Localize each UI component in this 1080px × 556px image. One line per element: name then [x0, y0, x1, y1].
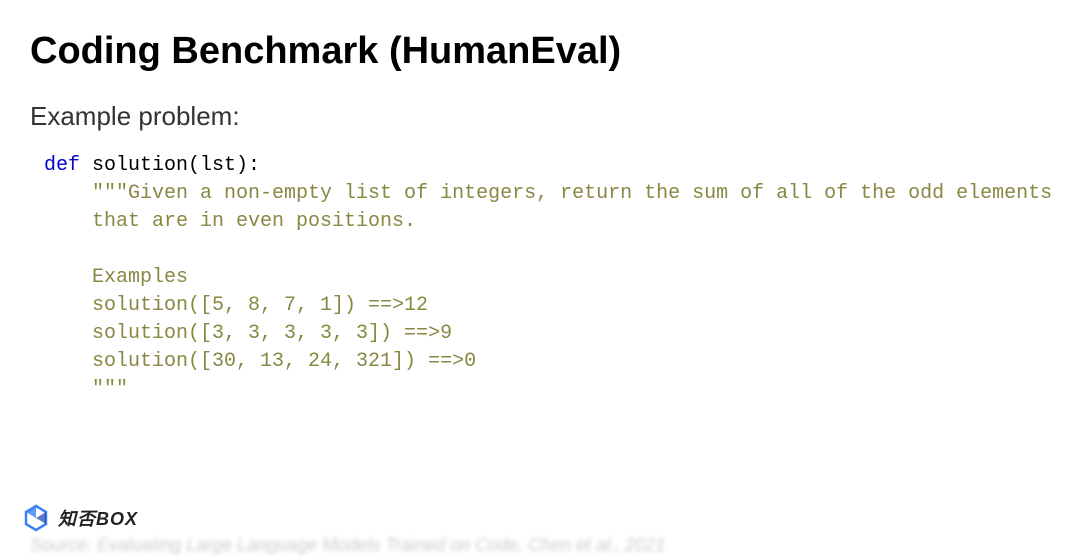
docstring-line1: Given a non-empty list of integers, retu… [128, 182, 1052, 205]
watermark: 知否BOX [22, 504, 138, 532]
docstring-example-1: solution([5, 8, 7, 1]) ==>12 [44, 294, 428, 317]
docstring-close: """ [44, 378, 128, 401]
slide-content: Coding Benchmark (HumanEval) Example pro… [0, 0, 1080, 404]
keyword-def: def [44, 154, 80, 177]
source-citation: Source: Evaluating Large Language Models… [30, 535, 665, 556]
docstring-open: """ [44, 182, 128, 205]
function-signature: solution(lst): [80, 154, 260, 177]
code-block: def solution(lst): """Given a non-empty … [30, 152, 1050, 404]
watermark-logo-icon [22, 504, 50, 532]
slide-title: Coding Benchmark (HumanEval) [30, 30, 1050, 73]
docstring-line2: that are in even positions. [44, 210, 416, 233]
watermark-text: 知否BOX [58, 505, 138, 531]
docstring-example-2: solution([3, 3, 3, 3, 3]) ==>9 [44, 322, 452, 345]
docstring-examples-label: Examples [44, 266, 188, 289]
docstring-example-3: solution([30, 13, 24, 321]) ==>0 [44, 350, 476, 373]
slide-subtitle: Example problem: [30, 101, 1050, 132]
